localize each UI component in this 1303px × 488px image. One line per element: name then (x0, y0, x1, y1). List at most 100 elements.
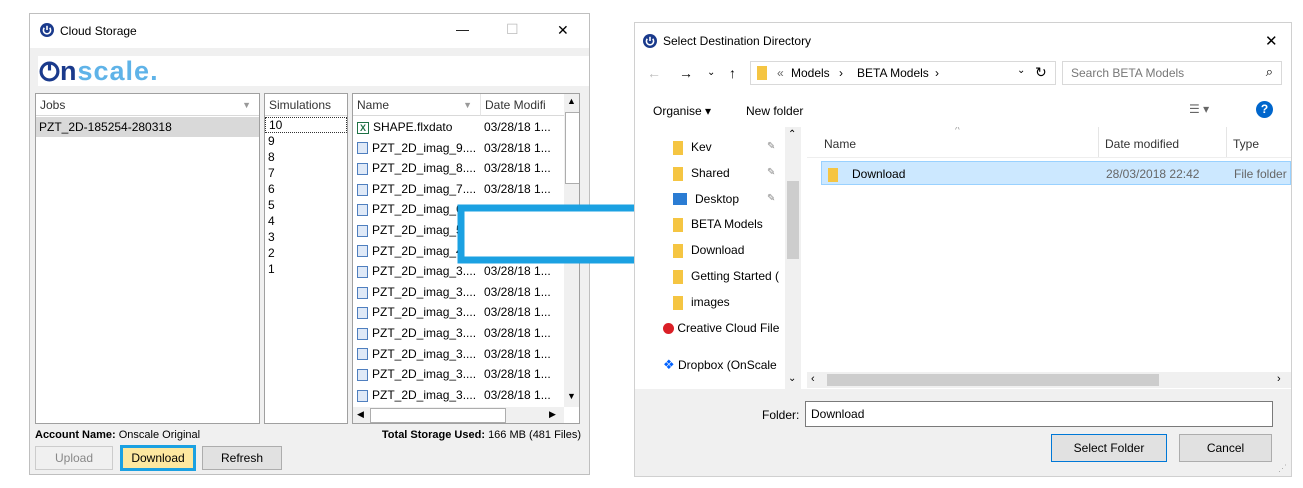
upload-button[interactable]: Upload (35, 446, 113, 470)
scroll-left-icon[interactable]: ◀ (357, 409, 364, 420)
horizontal-scroll-thumb[interactable] (370, 408, 506, 423)
file-row[interactable]: PZT_2D_imag_3.... 03/28/18 1... (353, 385, 564, 405)
file-row[interactable]: PZT_2D_imag_3.... 03/28/18 1... (353, 302, 564, 322)
dialog-close-button[interactable]: ✕ (1265, 32, 1278, 50)
back-icon[interactable]: ← (647, 65, 661, 81)
file-list-horizontal-scrollbar[interactable]: ‹ › (807, 372, 1291, 388)
file-row[interactable]: PZT_2D_imag_3.... 03/28/18 1... (353, 364, 564, 384)
resize-grip-icon[interactable]: ⋰ (1278, 463, 1287, 474)
simulation-number: 3 (268, 230, 275, 244)
pin-icon[interactable]: ✎ (767, 135, 775, 159)
nav-item[interactable]: images (635, 290, 785, 314)
breadcrumb-separator-icon[interactable]: › (935, 66, 939, 80)
address-dropdown-icon[interactable]: ⌄ (1017, 65, 1025, 76)
simulation-row[interactable]: 10 (265, 117, 347, 133)
folder-item-row[interactable]: Download 28/03/2018 22:42 File folder (821, 161, 1291, 185)
simulation-row[interactable]: 8 (265, 149, 347, 165)
breadcrumb-separator-icon[interactable]: › (839, 66, 843, 80)
recent-chevron-icon[interactable]: ⌄ (707, 67, 715, 78)
simulation-row[interactable]: 7 (265, 165, 347, 181)
simulations-panel: Simulations 10 9 8 7 6 5 4 3 2 1 (264, 93, 348, 424)
scroll-left-icon[interactable]: ‹ (811, 373, 815, 385)
up-icon[interactable]: ↑ (729, 65, 736, 81)
simulation-row[interactable]: 1 (265, 261, 347, 277)
nav-item[interactable]: BETA Models (635, 212, 785, 236)
file-row[interactable]: PZT_2D_imag_9.... 03/28/18 1... (353, 138, 564, 158)
nav-scroll-thumb[interactable] (787, 181, 799, 259)
refresh-button[interactable]: Refresh (202, 446, 282, 470)
date-column-header[interactable]: Date Modifi (481, 94, 564, 116)
onscale-power-icon (40, 23, 54, 37)
scroll-up-icon[interactable]: ⌃ (788, 129, 796, 140)
column-divider (1098, 127, 1099, 157)
file-row[interactable]: PZT_2D_imag_3.... 03/28/18 1... (353, 344, 564, 364)
refresh-icon[interactable]: ↻ (1035, 64, 1047, 81)
minimize-button[interactable]: — (456, 22, 469, 37)
jobs-panel: Jobs ▼ PZT_2D-185254-280318 (35, 93, 260, 424)
folder-item-name: Download (852, 167, 906, 181)
file-date: 03/28/18 1... (484, 305, 551, 320)
download-button[interactable]: Download (120, 445, 196, 471)
simulation-row[interactable]: 4 (265, 213, 347, 229)
scroll-right-icon[interactable]: ▶ (549, 409, 556, 420)
file-name: PZT_2D_imag_3.... (372, 346, 477, 361)
breadcrumb-overflow[interactable]: « (777, 66, 784, 80)
address-bar[interactable]: « Models › BETA Models › ⌄ ↻ (750, 61, 1056, 85)
search-box[interactable]: Search BETA Models ⌕ (1062, 61, 1282, 85)
nav-item[interactable]: Desktop ✎ (635, 187, 785, 211)
organise-menu[interactable]: Organise ▾ (653, 104, 711, 118)
select-folder-button[interactable]: Select Folder (1051, 434, 1167, 462)
folder-icon (673, 295, 683, 310)
file-list-h-thumb[interactable] (827, 374, 1159, 386)
search-icon[interactable]: ⌕ (1266, 64, 1273, 80)
scroll-down-icon[interactable]: ▼ (567, 391, 576, 401)
excel-icon: X (357, 121, 369, 134)
simulation-row[interactable]: 6 (265, 181, 347, 197)
cancel-button[interactable]: Cancel (1179, 434, 1272, 462)
simulation-row[interactable]: 2 (265, 245, 347, 261)
close-button[interactable]: ✕ (557, 22, 569, 39)
nav-item[interactable]: Shared ✎ (635, 161, 785, 185)
jobs-column-header[interactable]: Jobs ▼ (36, 94, 259, 116)
file-date: 03/28/18 1... (484, 367, 551, 382)
simulation-row[interactable]: 9 (265, 133, 347, 149)
file-row[interactable]: X SHAPE.flxdato 03/28/18 1... (353, 117, 564, 137)
help-icon[interactable]: ? (1256, 101, 1273, 118)
breadcrumb-models[interactable]: Models (791, 66, 830, 80)
simulation-row[interactable]: 3 (265, 229, 347, 245)
desktop-icon (673, 193, 687, 206)
maximize-button[interactable]: ☐ (506, 21, 519, 38)
simulations-column-header[interactable]: Simulations (265, 94, 347, 116)
simulation-row[interactable]: 5 (265, 197, 347, 213)
image-file-icon (357, 224, 368, 237)
folder-input[interactable]: Download (805, 401, 1273, 427)
scroll-up-icon[interactable]: ▲ (567, 96, 576, 106)
nav-item-label: Kev (691, 140, 712, 154)
scroll-down-icon[interactable]: ⌄ (788, 373, 796, 384)
simulation-number: 10 (269, 118, 283, 132)
nav-item-dropbox[interactable]: ❖ Dropbox (OnScale (663, 357, 777, 373)
file-row[interactable]: PZT_2D_imag_3.... 03/28/18 1... (353, 323, 564, 343)
col-type-header[interactable]: Type (1233, 137, 1259, 151)
col-date-header[interactable]: Date modified (1105, 137, 1179, 151)
nav-scrollbar[interactable]: ⌃ ⌄ (785, 127, 801, 392)
job-row[interactable]: PZT_2D-185254-280318 (36, 117, 259, 137)
col-name-header[interactable]: Name (824, 137, 856, 151)
forward-icon[interactable]: → (679, 65, 693, 81)
files-horizontal-scrollbar[interactable]: ◀ ▶ (353, 407, 564, 423)
breadcrumb-beta-models[interactable]: BETA Models (857, 66, 929, 80)
name-column-header[interactable]: Name ▼ (353, 94, 481, 116)
storage-used-text: Total Storage Used: 166 MB (481 Files) (382, 429, 581, 441)
nav-item[interactable]: Getting Started ( (635, 264, 785, 288)
pin-icon[interactable]: ✎ (767, 187, 775, 211)
view-options-icon[interactable]: ☰ ▾ (1189, 102, 1209, 116)
nav-item-creative-cloud[interactable]: Creative Cloud File (663, 321, 779, 335)
new-folder-button[interactable]: New folder (746, 104, 803, 118)
nav-item-label: Shared (691, 165, 730, 180)
nav-item[interactable]: Kev ✎ (635, 135, 785, 159)
pin-icon[interactable]: ✎ (767, 161, 775, 185)
nav-item[interactable]: Download (635, 238, 785, 262)
simulation-number: 7 (268, 166, 275, 180)
image-file-icon (357, 142, 368, 155)
scroll-right-icon[interactable]: › (1277, 373, 1281, 385)
